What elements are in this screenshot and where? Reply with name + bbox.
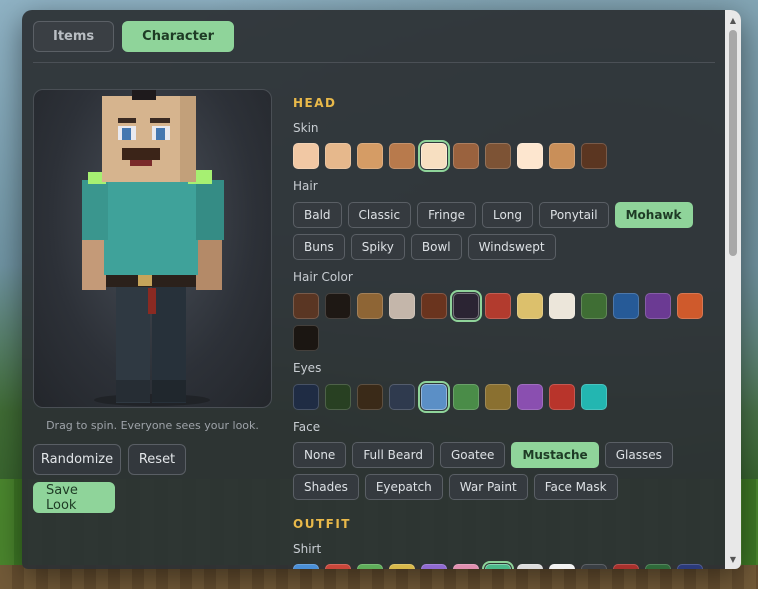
randomize-button[interactable]: Randomize	[33, 444, 121, 475]
hair-option-buns[interactable]: Buns	[293, 234, 345, 260]
hair-option-spiky[interactable]: Spiky	[350, 234, 405, 260]
face-options: None Full Beard Goatee Mustache Glasses Shade…	[293, 442, 718, 500]
hair-color-swatch[interactable]	[293, 325, 319, 351]
scrollbar-thumb[interactable]	[729, 30, 737, 256]
reset-button[interactable]: Reset	[128, 444, 186, 475]
shirt-swatch[interactable]	[389, 564, 415, 569]
eye-color-swatch[interactable]	[389, 384, 415, 410]
skin-swatch[interactable]	[581, 143, 607, 169]
shirt-swatch[interactable]	[325, 564, 351, 569]
hair-option-classic[interactable]: Classic	[347, 202, 412, 228]
skin-swatch[interactable]	[293, 143, 319, 169]
hair-color-swatch[interactable]	[389, 293, 415, 319]
shirt-swatch[interactable]	[482, 561, 514, 569]
hair-color-swatch[interactable]	[677, 293, 703, 319]
hair-color-swatch[interactable]	[485, 293, 511, 319]
hair-color-swatch[interactable]	[549, 293, 575, 319]
eye-color-swatch[interactable]	[293, 384, 319, 410]
skin-label: Skin	[293, 121, 319, 135]
tab-bar: Items Character	[33, 21, 235, 52]
save-look-button[interactable]: Save Look	[33, 482, 115, 513]
face-option-none[interactable]: None	[293, 442, 347, 468]
face-option-war-paint[interactable]: War Paint	[448, 474, 528, 500]
hair-option-bowl[interactable]: Bowl	[410, 234, 462, 260]
shirt-swatch[interactable]	[517, 564, 543, 569]
preview-hint: Drag to spin. Everyone sees your look.	[46, 419, 259, 432]
hair-color-swatch[interactable]	[581, 293, 607, 319]
face-option-goatee[interactable]: Goatee	[439, 442, 506, 468]
eyes-label: Eyes	[293, 361, 322, 375]
tab-character[interactable]: Character	[122, 21, 235, 52]
shirt-swatch[interactable]	[645, 564, 671, 569]
shirt-swatch[interactable]	[421, 564, 447, 569]
skin-swatch[interactable]	[389, 143, 415, 169]
tab-divider	[33, 62, 715, 63]
face-option-glasses[interactable]: Glasses	[604, 442, 673, 468]
eye-color-swatch[interactable]	[581, 384, 607, 410]
tab-items[interactable]: Items	[33, 21, 115, 52]
character-preview[interactable]	[33, 89, 272, 408]
character-customization-panel: Items Character Drag to spin. Everyone s…	[22, 10, 741, 569]
scrollbar[interactable]: ▲ ▼	[725, 10, 741, 569]
eye-color-swatch[interactable]	[453, 384, 479, 410]
hair-option-windswept[interactable]: Windswept	[467, 234, 556, 260]
scroll-down-arrow-icon[interactable]: ▼	[725, 551, 741, 567]
hair-color-swatch[interactable]	[450, 290, 482, 322]
head-section-title: HEAD	[293, 96, 337, 110]
hair-label: Hair	[293, 179, 318, 193]
eye-color-swatches	[293, 381, 713, 413]
shirt-label: Shirt	[293, 542, 322, 556]
skin-swatch[interactable]	[549, 143, 575, 169]
face-option-eyepatch[interactable]: Eyepatch	[364, 474, 443, 500]
hair-option-long[interactable]: Long	[481, 202, 534, 228]
skin-swatch[interactable]	[453, 143, 479, 169]
eye-color-swatch[interactable]	[549, 384, 575, 410]
skin-swatch[interactable]	[357, 143, 383, 169]
eye-color-swatch[interactable]	[485, 384, 511, 410]
face-option-mustache[interactable]: Mustache	[511, 442, 599, 468]
hair-color-swatch[interactable]	[421, 293, 447, 319]
skin-swatch[interactable]	[517, 143, 543, 169]
face-option-full-beard[interactable]: Full Beard	[352, 442, 434, 468]
face-label: Face	[293, 420, 321, 434]
hair-option-fringe[interactable]: Fringe	[417, 202, 476, 228]
hair-option-ponytail[interactable]: Ponytail	[539, 202, 609, 228]
eye-color-swatch[interactable]	[418, 381, 450, 413]
skin-swatch[interactable]	[485, 143, 511, 169]
face-option-shades[interactable]: Shades	[293, 474, 359, 500]
hair-option-bald[interactable]: Bald	[293, 202, 342, 228]
shirt-swatch[interactable]	[453, 564, 479, 569]
shirt-swatch[interactable]	[357, 564, 383, 569]
eye-color-swatch[interactable]	[325, 384, 351, 410]
shirt-swatch[interactable]	[613, 564, 639, 569]
shirt-swatch[interactable]	[293, 564, 319, 569]
hair-color-swatch[interactable]	[357, 293, 383, 319]
skin-swatch[interactable]	[418, 140, 450, 172]
hair-color-swatches	[293, 290, 713, 351]
eye-color-swatch[interactable]	[357, 384, 383, 410]
shirt-swatch[interactable]	[581, 564, 607, 569]
hair-color-swatch[interactable]	[613, 293, 639, 319]
face-option-face-mask[interactable]: Face Mask	[533, 474, 618, 500]
shirt-color-swatches	[293, 561, 713, 569]
scroll-up-arrow-icon[interactable]: ▲	[725, 12, 741, 28]
eye-color-swatch[interactable]	[517, 384, 543, 410]
outfit-section-title: OUTFIT	[293, 517, 351, 531]
shirt-swatch[interactable]	[677, 564, 703, 569]
hair-color-label: Hair Color	[293, 270, 353, 284]
skin-swatches	[293, 140, 713, 172]
hair-option-mohawk[interactable]: Mohawk	[614, 202, 693, 228]
hair-color-swatch[interactable]	[517, 293, 543, 319]
hair-color-swatch[interactable]	[293, 293, 319, 319]
hair-color-swatch[interactable]	[645, 293, 671, 319]
hair-options: Bald Classic Fringe Long Ponytail Mohawk Buns S…	[293, 202, 718, 260]
shirt-swatch[interactable]	[549, 564, 575, 569]
hair-color-swatch[interactable]	[325, 293, 351, 319]
skin-swatch[interactable]	[325, 143, 351, 169]
character-model	[82, 90, 224, 406]
